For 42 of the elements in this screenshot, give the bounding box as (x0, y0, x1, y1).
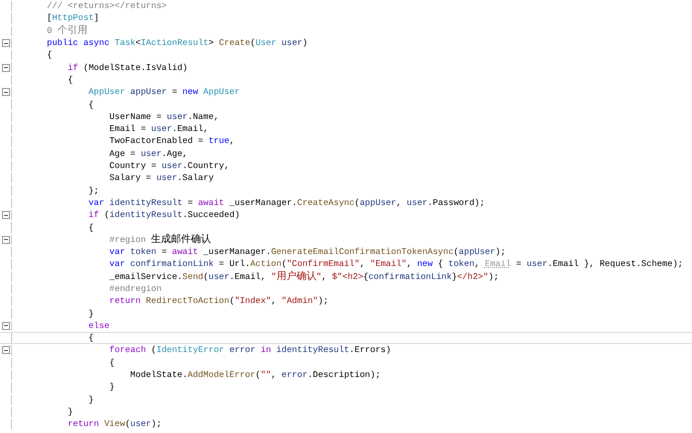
code-line: else (88, 320, 110, 332)
code-line: return View(user); (66, 418, 162, 430)
code-line: public async Task<IActionResult> Create(User user) (46, 37, 308, 50)
code-line: } (88, 308, 94, 320)
code-line: Country = user.Country, (108, 160, 230, 172)
collapse-icon[interactable] (2, 64, 10, 72)
code-line: { (88, 222, 94, 234)
code-line: if (ModelState.IsValid) (66, 62, 188, 74)
code-line: { (88, 98, 94, 111)
code-line: Age = user.Age, (108, 148, 188, 160)
code-line: var identityResult = await _userManager.CreateAsync(appUser, user.Password); (88, 196, 485, 209)
code-line: { (108, 356, 115, 369)
code-line: #region 生成邮件确认 (108, 234, 212, 246)
code-line: }; (88, 184, 99, 197)
code-line: { (88, 332, 94, 344)
code-line: [HttpPost] (46, 12, 100, 24)
code-line: } (108, 381, 115, 394)
code-line: ModelState.AddModelError("", error.Description); (129, 369, 381, 382)
reference-count[interactable]: 0 个引用 (26, 24, 88, 37)
code-line: return RedirectToAction("Index", "Admin"); (108, 295, 328, 308)
code-line: { (66, 74, 73, 86)
code-line: var confirmationLink = Url.Action("ConfirmEmail", "Email", new { token, Email = user.Email }, Request.Scheme); (108, 258, 684, 270)
collapse-icon[interactable] (2, 322, 10, 330)
code-line: { (46, 49, 52, 62)
collapse-icon[interactable] (2, 211, 10, 220)
code-line: } (66, 406, 73, 418)
code-line: TwoFactorEnabled = true, (108, 135, 235, 148)
code-line: Salary = user.Salary (108, 172, 214, 184)
code-line: /// <returns></returns> (46, 0, 167, 12)
code-line: if (identityResult.Succeeded) (88, 209, 240, 222)
collapse-icon[interactable] (2, 346, 10, 354)
collapse-icon[interactable] (2, 39, 10, 48)
code-line: #endregion (108, 282, 162, 295)
code-line: AppUser appUser = new AppUser (88, 86, 240, 98)
code-line: _emailService.Send(user.Email, "用户确认", $"<h2>{confirmationLink}</h2>"); (108, 270, 499, 283)
code-line: UserName = user.Name, (108, 110, 219, 123)
code-line: foreach (IdentityError error in identityResult.Errors) (108, 344, 391, 356)
code-line: Email = user.Email, (108, 123, 208, 136)
code-line: } (88, 394, 94, 406)
collapse-icon[interactable] (2, 88, 10, 96)
collapse-icon[interactable] (2, 236, 10, 244)
code-line: var token = await _userManager.GenerateEmailConfirmationTokenAsync(appUser); (108, 246, 506, 258)
